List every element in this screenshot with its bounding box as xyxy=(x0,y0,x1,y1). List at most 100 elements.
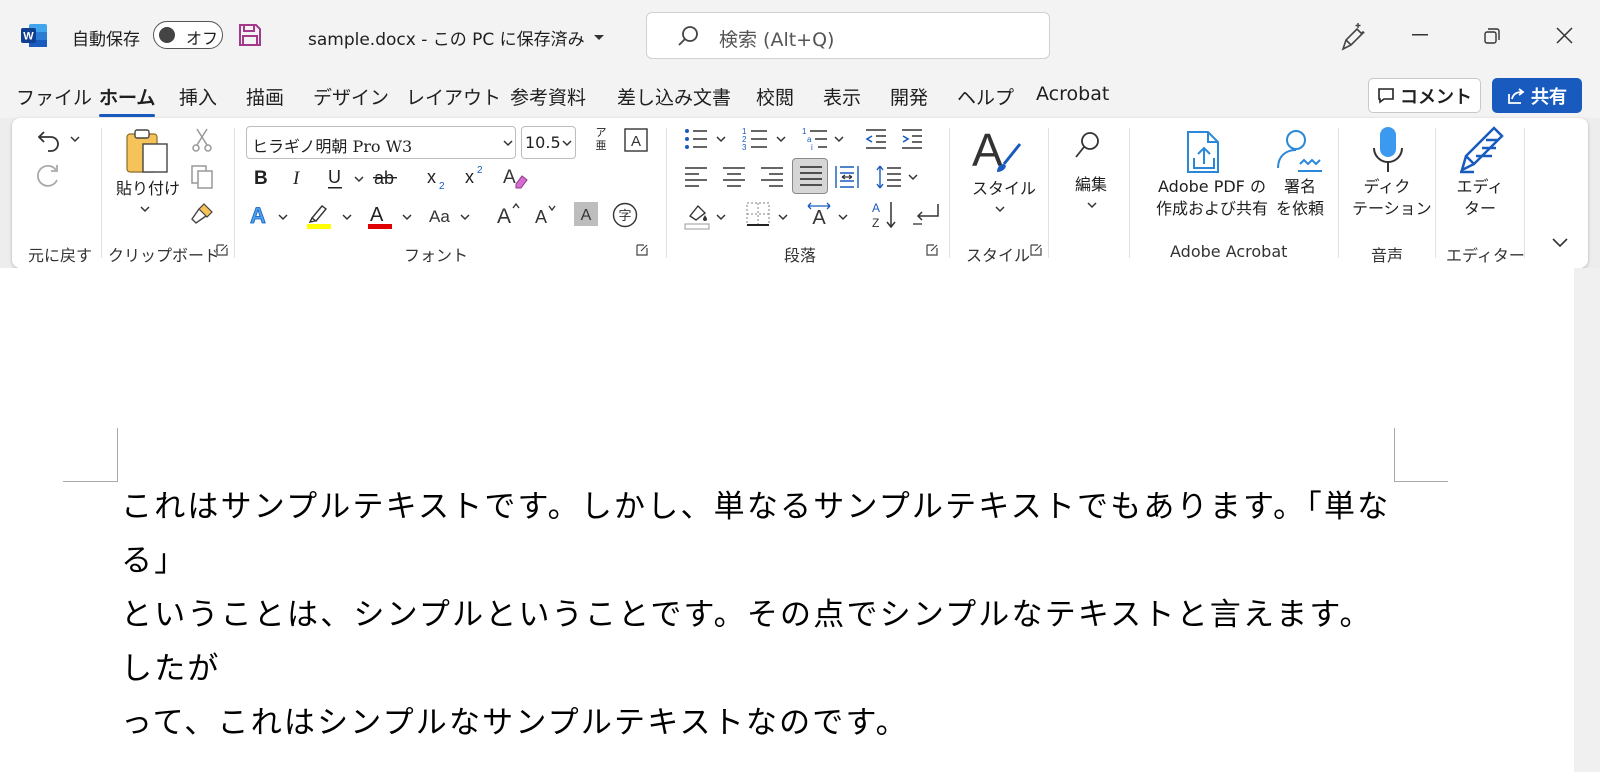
format-painter-icon[interactable] xyxy=(190,202,214,226)
strikethrough-icon[interactable]: ab xyxy=(372,166,400,188)
dictate-line2[interactable]: テーション xyxy=(1352,198,1432,220)
char-shading-icon[interactable]: A xyxy=(574,202,598,226)
create-pdf-icon[interactable] xyxy=(1182,130,1226,174)
text-effects-dropdown-icon[interactable] xyxy=(278,214,288,221)
decrease-indent-icon[interactable] xyxy=(864,128,888,150)
cut-icon[interactable] xyxy=(192,128,212,152)
ribbon-collapse-icon[interactable] xyxy=(1552,238,1568,248)
copy-icon[interactable] xyxy=(190,164,214,190)
highlight-color-icon[interactable] xyxy=(306,202,332,230)
paste-label[interactable]: 貼り付け xyxy=(116,178,180,200)
underline-dropdown-icon[interactable] xyxy=(354,176,364,183)
show-marks-icon[interactable] xyxy=(912,202,940,228)
subscript-icon[interactable]: x2 xyxy=(426,166,448,190)
bold-icon[interactable]: B xyxy=(252,166,270,188)
styles-icon[interactable]: A xyxy=(972,126,1024,176)
comment-button[interactable]: コメント xyxy=(1368,78,1481,113)
align-left-icon[interactable] xyxy=(684,166,708,188)
tab-layout[interactable]: レイアウト xyxy=(406,83,501,110)
paste-icon[interactable] xyxy=(124,128,170,174)
save-icon[interactable] xyxy=(238,23,262,47)
tab-view[interactable]: 表示 xyxy=(823,83,861,110)
increase-indent-icon[interactable] xyxy=(900,128,924,150)
justify-button[interactable] xyxy=(792,158,828,194)
clear-formatting-icon[interactable]: A xyxy=(502,164,530,190)
line-spacing-icon[interactable] xyxy=(876,164,902,190)
styles-label[interactable]: スタイル xyxy=(972,178,1036,200)
search-box[interactable]: 検索 (Alt+Q) xyxy=(646,12,1050,59)
sort-icon[interactable]: AZ xyxy=(872,200,898,230)
line-spacing-dropdown-icon[interactable] xyxy=(908,174,918,181)
asian-layout-dropdown-icon[interactable] xyxy=(838,214,848,221)
restore-icon[interactable] xyxy=(1484,28,1500,44)
paste-dropdown-icon[interactable] xyxy=(140,206,150,213)
document-title[interactable]: sample.docx - この PC に保存済み xyxy=(308,25,605,50)
change-case-dropdown-icon[interactable] xyxy=(460,214,470,221)
text-effects-icon[interactable]: A xyxy=(248,202,272,228)
font-name-combobox[interactable]: ヒラギノ明朝 Pro W3 xyxy=(246,126,516,159)
autosave-toggle[interactable]: オフ xyxy=(153,21,223,49)
change-case-icon[interactable]: Aa xyxy=(428,206,458,226)
numbering-dropdown-icon[interactable] xyxy=(776,136,786,143)
bullets-dropdown-icon[interactable] xyxy=(716,136,726,143)
tab-mailings[interactable]: 差し込み文書 xyxy=(617,83,731,110)
share-button[interactable]: 共有 xyxy=(1492,78,1582,113)
borders-icon[interactable] xyxy=(746,202,770,226)
shading-icon[interactable] xyxy=(684,202,710,230)
tab-developer[interactable]: 開発 xyxy=(890,83,928,110)
align-right-icon[interactable] xyxy=(760,166,784,188)
distributed-icon[interactable] xyxy=(834,164,860,190)
word-app-icon[interactable]: W xyxy=(21,23,48,48)
close-icon[interactable] xyxy=(1556,27,1573,44)
multilevel-list-icon[interactable]: 1ai xyxy=(802,126,828,152)
tab-references[interactable]: 参考資料 xyxy=(510,83,586,110)
font-launcher-icon[interactable] xyxy=(636,244,648,256)
styles-dropdown-icon[interactable] xyxy=(995,206,1005,213)
font-name-dropdown-icon[interactable] xyxy=(503,140,513,147)
underline-icon[interactable]: U xyxy=(326,166,346,190)
editing-dropdown-icon[interactable] xyxy=(1087,202,1097,209)
phonetic-guide-button[interactable]: ア 亜 xyxy=(590,126,612,152)
designer-pen-icon[interactable] xyxy=(1338,21,1366,51)
paragraph-launcher-icon[interactable] xyxy=(926,244,938,256)
clipboard-launcher-icon[interactable] xyxy=(216,244,228,256)
numbering-icon[interactable]: 123 xyxy=(742,126,768,152)
tab-help[interactable]: ヘルプ xyxy=(957,83,1014,110)
redo-icon[interactable] xyxy=(36,164,62,190)
tab-design[interactable]: デザイン xyxy=(313,83,389,110)
editor-line1[interactable]: エディ xyxy=(1452,176,1508,198)
multilevel-dropdown-icon[interactable] xyxy=(834,136,844,143)
request-signature-line2[interactable]: を依頼 xyxy=(1272,198,1328,220)
create-pdf-line1[interactable]: Adobe PDF の xyxy=(1144,176,1280,198)
vertical-scrollbar[interactable] xyxy=(1574,268,1600,772)
font-color-icon[interactable]: A xyxy=(368,202,392,230)
bullets-icon[interactable] xyxy=(684,128,708,150)
request-signature-line1[interactable]: 署名 xyxy=(1272,176,1328,198)
minimize-icon[interactable] xyxy=(1412,34,1428,36)
font-color-dropdown-icon[interactable] xyxy=(402,214,412,221)
asian-layout-icon[interactable]: A xyxy=(806,202,832,228)
tab-file[interactable]: ファイル xyxy=(16,83,92,110)
superscript-icon[interactable]: x2 xyxy=(464,164,486,188)
shading-dropdown-icon[interactable] xyxy=(716,214,726,221)
font-size-dropdown-icon[interactable] xyxy=(562,140,572,147)
dictate-line1[interactable]: ディク xyxy=(1352,176,1422,198)
editing-label[interactable]: 編集 xyxy=(1068,174,1114,196)
tab-home[interactable]: ホーム xyxy=(99,83,156,117)
highlight-dropdown-icon[interactable] xyxy=(342,214,352,221)
grow-font-icon[interactable]: A xyxy=(496,202,522,226)
document-paragraph[interactable]: これはサンプルテキストです。しかし、単なるサンプルテキストでもあります。「単なる… xyxy=(121,480,1401,750)
editor-pen-icon[interactable] xyxy=(1456,126,1506,174)
align-center-icon[interactable] xyxy=(722,166,746,188)
tab-acrobat[interactable]: Acrobat xyxy=(1036,83,1109,105)
enclose-characters-icon[interactable]: 字 xyxy=(612,202,638,228)
undo-dropdown-icon[interactable] xyxy=(70,136,80,143)
request-signature-icon[interactable] xyxy=(1274,128,1324,174)
italic-icon[interactable]: I xyxy=(290,166,306,188)
find-icon[interactable] xyxy=(1074,130,1102,160)
styles-launcher-icon[interactable] xyxy=(1030,244,1042,256)
dictate-mic-icon[interactable] xyxy=(1372,126,1404,174)
create-pdf-line2[interactable]: 作成および共有 xyxy=(1144,198,1280,220)
tab-draw[interactable]: 描画 xyxy=(246,83,284,110)
editor-line2[interactable]: ター xyxy=(1452,198,1508,220)
